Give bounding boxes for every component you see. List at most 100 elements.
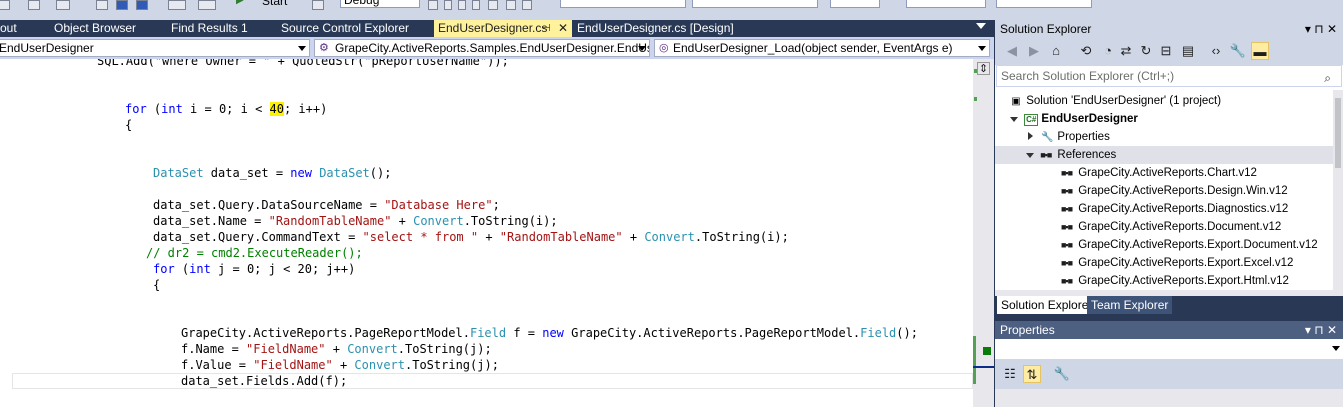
code-line: DataSet data_set = new DataSet(); bbox=[153, 166, 392, 180]
start-icon[interactable]: ▶ bbox=[236, 0, 246, 6]
tree-item-reference[interactable]: ■▪■ GrapeCity.ActiveReports.Chart.v12 bbox=[995, 164, 1333, 182]
solution-icon: ▣ bbox=[1011, 96, 1021, 107]
tab-find-results[interactable]: Find Results 1 bbox=[171, 20, 248, 37]
tab-label: EndUserDesigner.cs bbox=[438, 21, 548, 35]
chevron-down-icon bbox=[638, 46, 646, 51]
current-position-marker bbox=[973, 366, 994, 368]
history-dropdown-icon[interactable]: ◔ bbox=[1099, 42, 1117, 60]
toolbar-combo[interactable] bbox=[692, 0, 818, 8]
solution-explorer-toolbar: ◀ ▶ ⌂ ⟲ ◔ ⇄ ↻ ⊟ ▤ ‹› 🔧 ▬ bbox=[995, 38, 1343, 65]
start-button-label[interactable]: Start bbox=[262, 0, 287, 8]
assembly-icon: ■▪■ bbox=[1061, 168, 1073, 178]
code-line: f.Value = "FieldName" + Convert.ToString… bbox=[181, 358, 499, 372]
toolbar-button[interactable] bbox=[28, 0, 40, 10]
toolbar-button[interactable] bbox=[0, 0, 10, 10]
configuration-select[interactable]: Debug bbox=[340, 0, 420, 8]
tree-item-reference[interactable]: ■▪■ GrapeCity.ActiveReports.Export.Excel… bbox=[995, 254, 1333, 272]
toolbar-combo[interactable] bbox=[906, 0, 986, 8]
toolbar-button[interactable] bbox=[472, 0, 480, 10]
toolbar-combo[interactable] bbox=[830, 0, 880, 8]
split-window-icon[interactable]: ⇕ bbox=[977, 62, 990, 75]
toolbar-button[interactable] bbox=[312, 0, 324, 10]
tree-item-reference[interactable]: ■▪■ GrapeCity.ActiveReports.Diagnostics.… bbox=[995, 200, 1333, 218]
save-icon[interactable] bbox=[116, 0, 128, 10]
pin-icon[interactable]: ⊣ bbox=[542, 20, 551, 37]
type-dropdown[interactable]: ⚙ GrapeCity.ActiveReports.Samples.EndUse… bbox=[314, 39, 650, 57]
alphabetical-icon[interactable]: ⇅ bbox=[1023, 365, 1041, 383]
tab-enduserdesigner-cs[interactable]: EndUserDesigner.cs ⊣ ✕ bbox=[434, 20, 572, 37]
solution-tree: ▣ Solution 'EndUserDesigner' (1 project)… bbox=[995, 90, 1333, 290]
tree-item-project[interactable]: C# EndUserDesigner bbox=[995, 110, 1333, 128]
panel-window-buttons[interactable]: ▾ ⊓ ✕ bbox=[1305, 20, 1337, 38]
new-project-icon[interactable] bbox=[56, 0, 70, 10]
toolbar-button[interactable] bbox=[428, 0, 438, 10]
chevron-down-icon bbox=[1332, 346, 1340, 351]
code-editor[interactable]: SQL.Add("where Owner = " + QuotedStr("pR… bbox=[0, 59, 973, 407]
tab-list-dropdown-icon[interactable] bbox=[976, 23, 986, 29]
tree-item-reference[interactable]: ■▪■ GrapeCity.ActiveReports.Design.Win.v… bbox=[995, 182, 1333, 200]
solution-explorer-panel: Solution Explorer ▾ ⊓ ✕ ◀ ▶ ⌂ ⟲ ◔ ⇄ ↻ ⊟ … bbox=[995, 20, 1343, 316]
assembly-icon: ■▪■ bbox=[1061, 204, 1073, 214]
save-all-icon[interactable] bbox=[136, 0, 148, 10]
assembly-icon: ■▪■ bbox=[1061, 240, 1073, 250]
tab-enduserdesigner-design[interactable]: EndUserDesigner.cs [Design] bbox=[577, 20, 734, 37]
tree-item-solution[interactable]: ▣ Solution 'EndUserDesigner' (1 project) bbox=[995, 92, 1333, 110]
home-icon[interactable]: ⌂ bbox=[1047, 42, 1065, 60]
expanded-arrow-icon bbox=[1007, 111, 1021, 129]
redo-icon[interactable] bbox=[198, 0, 216, 10]
categorized-icon[interactable]: ☷ bbox=[1001, 365, 1019, 383]
preview-selected-icon[interactable]: ▬ bbox=[1251, 42, 1269, 60]
tab-team-explorer[interactable]: Team Explorer bbox=[1087, 296, 1173, 314]
properties-title: Properties ▾ ⊓ ✕ bbox=[995, 321, 1343, 339]
code-line: { bbox=[125, 118, 133, 132]
tree-item-reference[interactable]: ■▪■ GrapeCity.ActiveReports.Export.Docum… bbox=[995, 236, 1333, 254]
code-comment: // dr2 = cmd2.ExecuteReader(); bbox=[146, 246, 363, 260]
undo-icon[interactable] bbox=[168, 0, 186, 10]
back-icon[interactable]: ◀ bbox=[1003, 42, 1021, 60]
tab-output[interactable]: out bbox=[0, 20, 17, 37]
tree-item-reference[interactable]: ■▪■ GrapeCity.ActiveReports.Export.Html.… bbox=[995, 272, 1333, 290]
tree-item-properties[interactable]: 🔧 Properties bbox=[995, 128, 1333, 146]
properties-panel: Properties ▾ ⊓ ✕ ☷ ⇅ 🔧 bbox=[995, 321, 1343, 407]
history-icon[interactable]: ⟲ bbox=[1077, 42, 1095, 60]
code-line: data_set.Name = "RandomTableName" + Conv… bbox=[153, 214, 558, 228]
editor-margin bbox=[0, 59, 10, 407]
tab-object-browser[interactable]: Object Browser bbox=[54, 20, 136, 37]
sync-icon[interactable]: ⇄ bbox=[1117, 42, 1135, 60]
collapse-all-icon[interactable]: ⊟ bbox=[1157, 42, 1175, 60]
project-dropdown[interactable]: EndUserDesigner bbox=[0, 39, 310, 57]
tree-item-reference[interactable]: ■▪■ GrapeCity.ActiveReports.Document.v12 bbox=[995, 218, 1333, 236]
tree-vertical-scrollbar[interactable] bbox=[1333, 90, 1343, 290]
toolbar-button[interactable] bbox=[506, 0, 516, 10]
view-code-icon[interactable]: ‹› bbox=[1207, 42, 1225, 60]
member-dropdown[interactable]: ◎ EndUserDesigner_Load(object sender, Ev… bbox=[654, 39, 990, 57]
tab-solution-explorer[interactable]: Solution Explorer bbox=[997, 296, 1097, 314]
toolbar-button[interactable] bbox=[488, 0, 498, 10]
code-line: f.Name = "FieldName" + Convert.ToString(… bbox=[181, 342, 492, 356]
code-line: SQL.Add("where Owner = " + QuotedStr("pR… bbox=[97, 59, 509, 68]
code-line: GrapeCity.ActiveReports.PageReportModel.… bbox=[181, 326, 918, 340]
properties-wrench-icon[interactable]: 🔧 bbox=[1229, 42, 1247, 60]
panel-window-buttons[interactable]: ▾ ⊓ ✕ bbox=[1305, 321, 1337, 339]
show-all-files-icon[interactable]: ▤ bbox=[1179, 42, 1197, 60]
tab-source-control-explorer[interactable]: Source Control Explorer bbox=[281, 20, 409, 37]
toolbar-combo[interactable] bbox=[560, 0, 686, 8]
scrollbar-thumb[interactable] bbox=[1335, 98, 1341, 168]
type-dropdown-value: GrapeCity.ActiveReports.Samples.EndUserD… bbox=[335, 41, 650, 55]
forward-icon[interactable]: ▶ bbox=[1025, 42, 1043, 60]
close-icon[interactable]: ✕ bbox=[558, 20, 568, 37]
property-pages-icon[interactable]: 🔧 bbox=[1053, 365, 1071, 383]
refresh-icon[interactable]: ↻ bbox=[1137, 42, 1155, 60]
chevron-down-icon bbox=[298, 46, 306, 51]
solution-search-input[interactable]: Search Solution Explorer (Ctrl+;) ⌕ bbox=[996, 65, 1342, 87]
toolbar-combo[interactable] bbox=[996, 0, 1092, 8]
toolbar-button[interactable] bbox=[522, 0, 532, 10]
collapsed-arrow-icon bbox=[1023, 129, 1037, 147]
toolbar-button[interactable] bbox=[458, 0, 466, 10]
editor-vertical-scrollbar[interactable]: ⇕ bbox=[973, 59, 994, 407]
properties-object-select[interactable] bbox=[995, 339, 1343, 359]
toolbar-button[interactable] bbox=[444, 0, 452, 10]
code-line: data_set.Fields.Add(f); bbox=[181, 374, 348, 388]
tree-item-references[interactable]: ■▪■ References bbox=[995, 146, 1333, 164]
open-icon[interactable] bbox=[96, 0, 108, 10]
